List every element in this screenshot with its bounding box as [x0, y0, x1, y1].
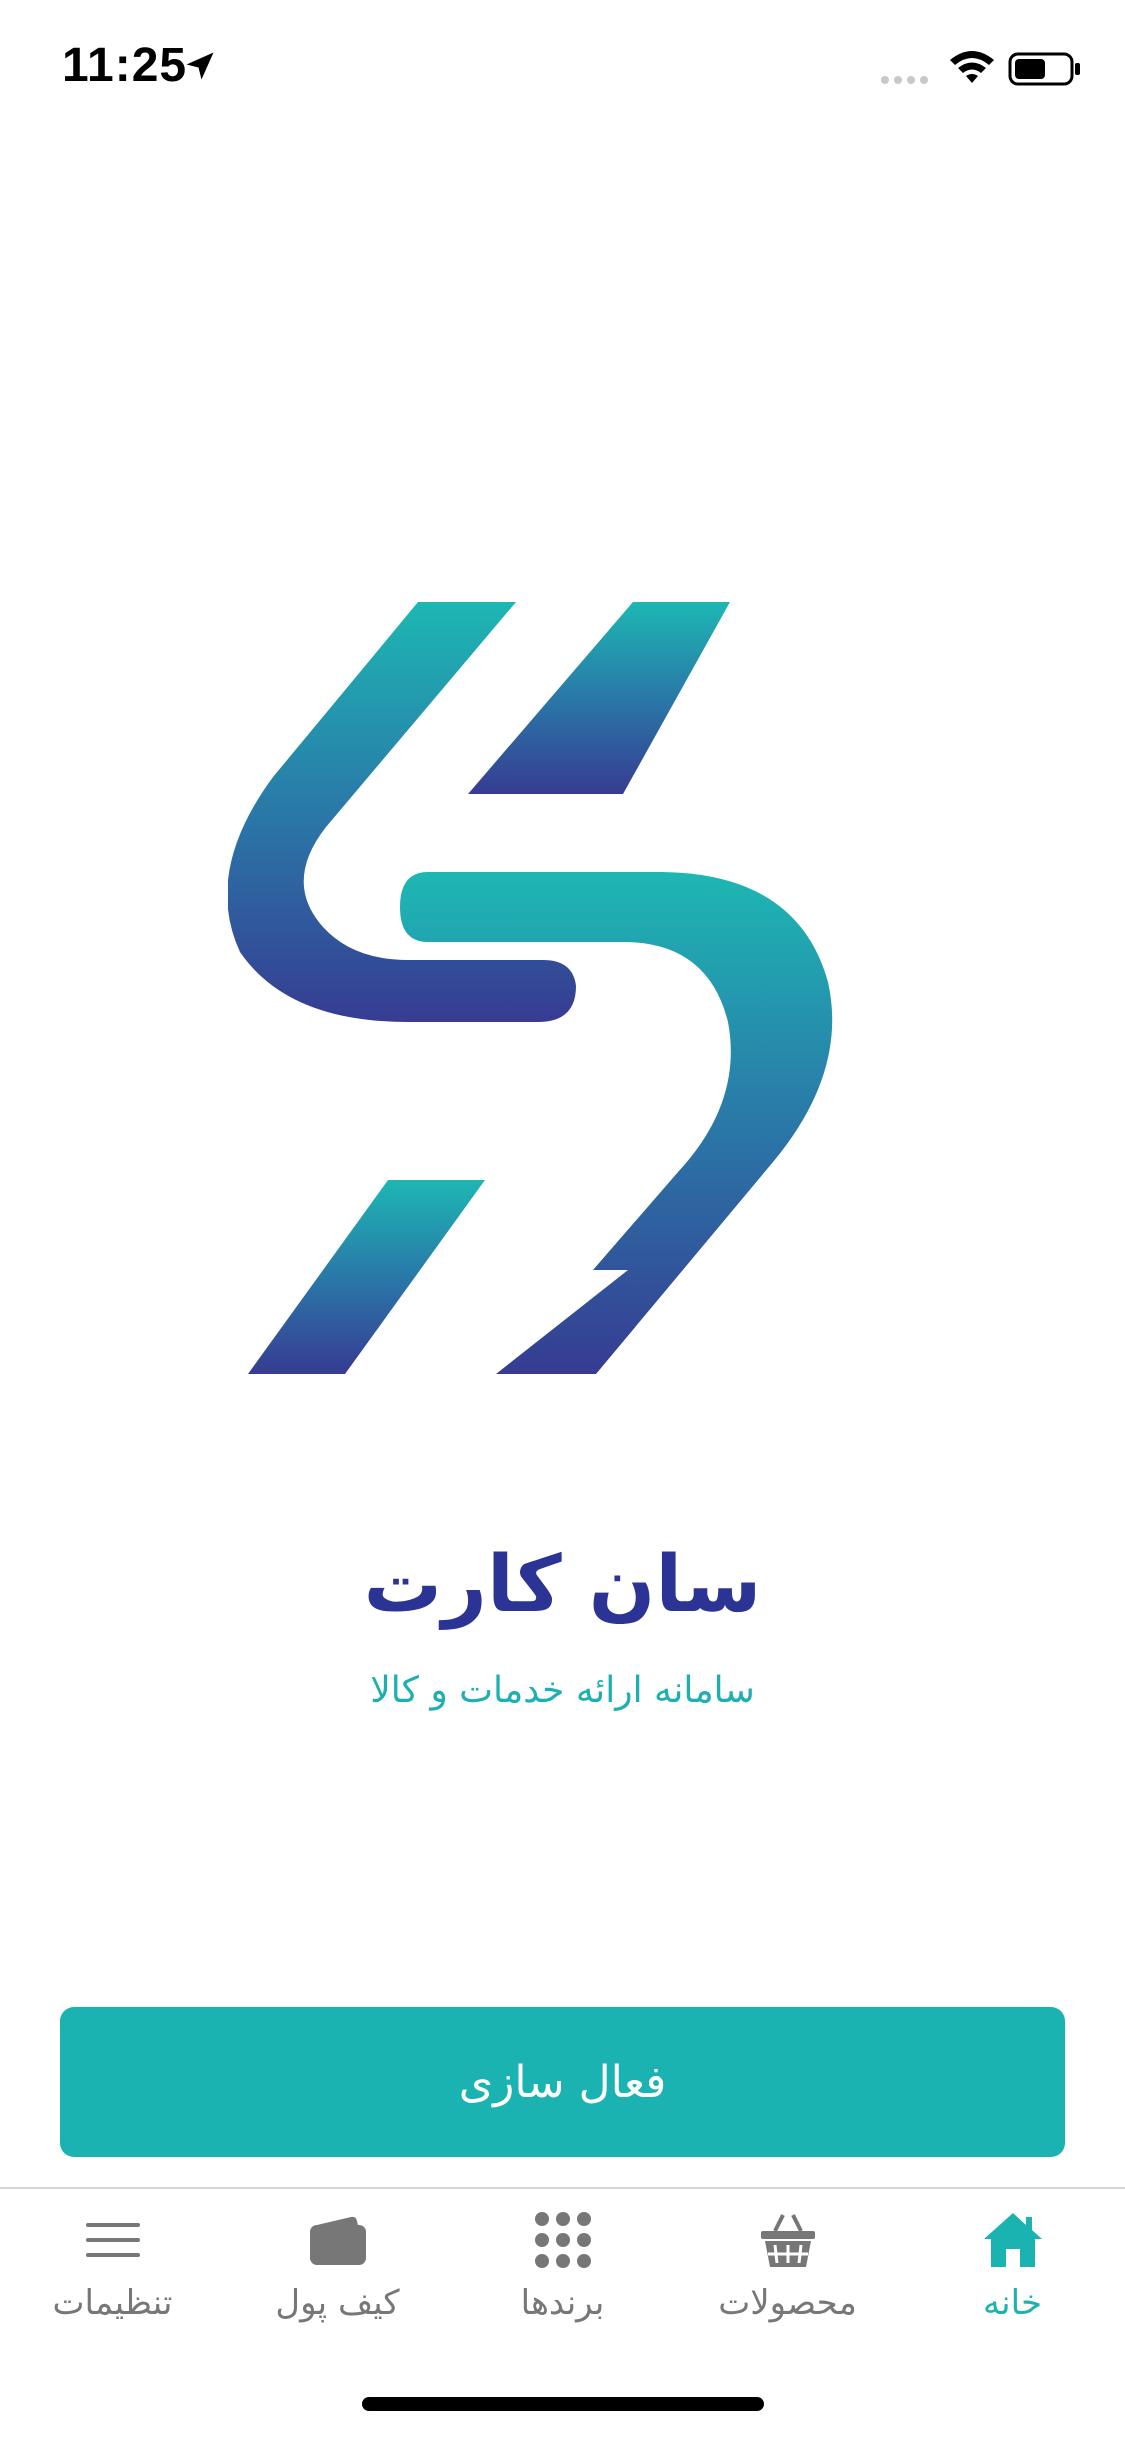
- tab-brands[interactable]: برندها: [450, 2189, 675, 2339]
- tab-home-label: خانه: [982, 2283, 1043, 2323]
- battery-icon: [1008, 52, 1080, 86]
- san-card-logo: [228, 602, 833, 1374]
- tab-products[interactable]: محصولات: [675, 2189, 900, 2339]
- home-icon: [984, 2213, 1042, 2267]
- wallet-icon: [310, 2216, 366, 2265]
- grid-dots-icon: [535, 2212, 591, 2268]
- tab-wallet-label: کیف پول: [275, 2283, 400, 2323]
- wifi-icon: [950, 51, 994, 83]
- brand-title: سان کارت: [363, 1540, 762, 1630]
- cellular-signal-icon: [881, 76, 928, 84]
- tab-settings[interactable]: تنظیمات: [0, 2189, 225, 2339]
- basket-icon: [761, 2214, 815, 2267]
- tab-settings-label: تنظیمات: [52, 2283, 173, 2323]
- home-indicator[interactable]: [362, 2397, 764, 2411]
- brand-subtitle: سامانه ارائه خدمات و کالا: [370, 1670, 755, 1711]
- tab-brands-label: برندها: [520, 2283, 605, 2323]
- status-bar: 11:25: [0, 0, 1125, 132]
- status-time: 11:25: [62, 39, 188, 92]
- tab-wallet[interactable]: کیف پول: [225, 2189, 450, 2339]
- tab-home[interactable]: خانه: [900, 2189, 1125, 2339]
- tab-products-label: محصولات: [718, 2283, 857, 2323]
- menu-icon: [86, 2223, 140, 2257]
- activate-button[interactable]: فعال سازی: [60, 2007, 1065, 2157]
- location-arrow-icon: [186, 52, 214, 80]
